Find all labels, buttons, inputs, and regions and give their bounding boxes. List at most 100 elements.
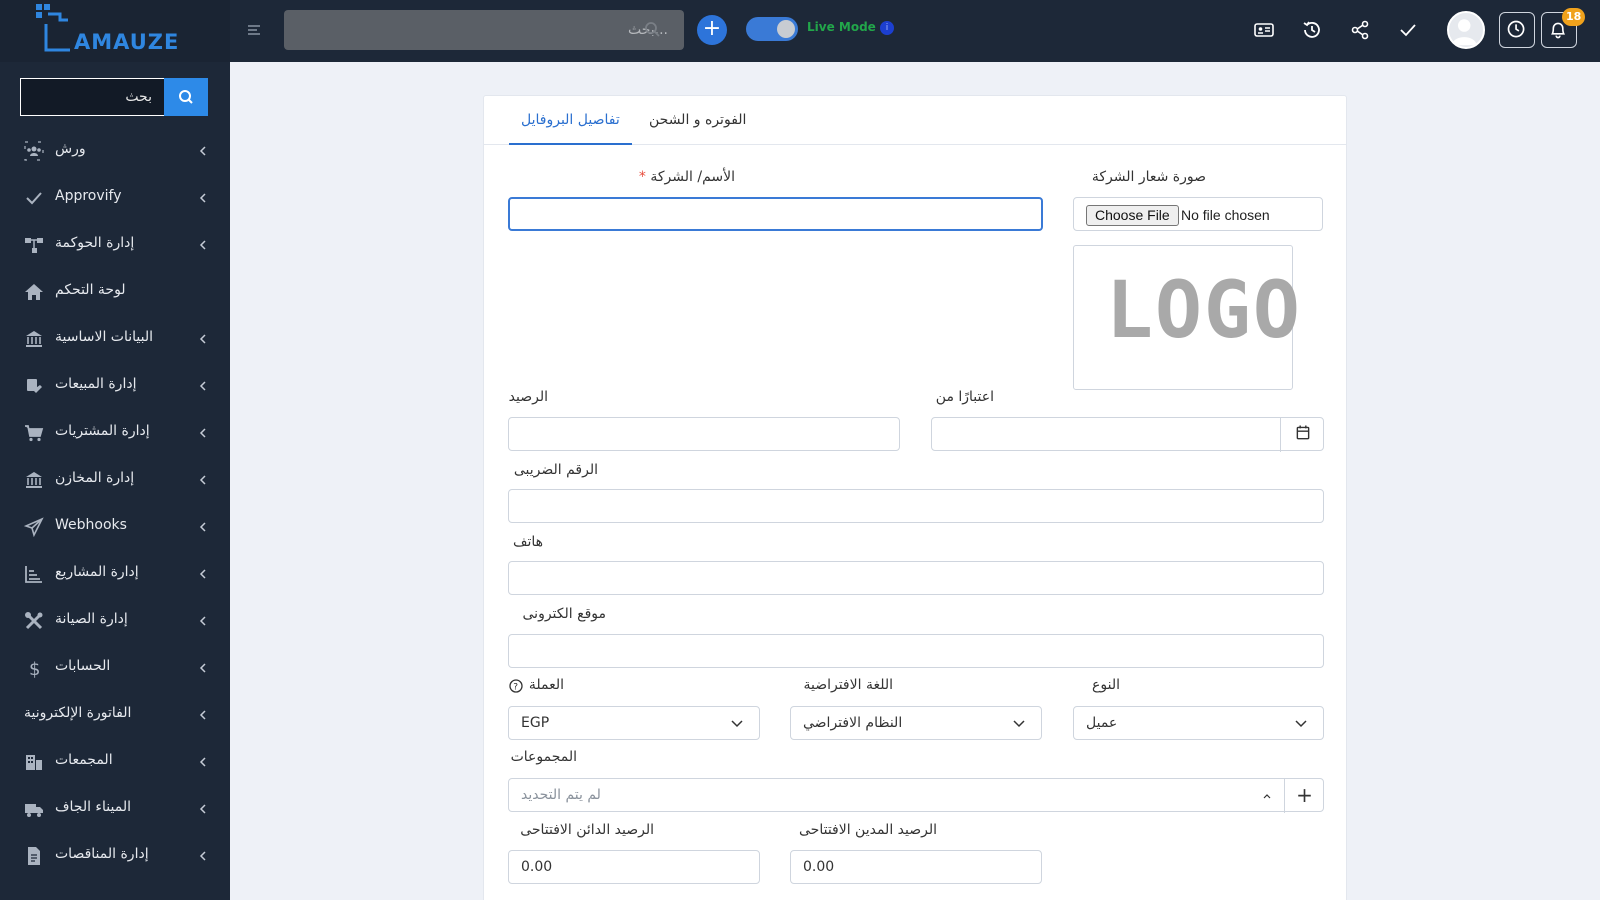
groups-placeholder: لم يتم التحديد <box>521 787 601 803</box>
chevron-left-icon <box>199 475 206 485</box>
clock-button[interactable] <box>1499 12 1535 48</box>
tools-icon <box>25 612 43 630</box>
brand-logo[interactable]: AMAUZE <box>0 0 230 62</box>
sidebar-item-dry-port[interactable]: الميناء الجاف <box>0 786 230 832</box>
sidebar-item-label: إدارة المشتريات <box>55 423 150 439</box>
name-label-text: الأسم/ الشركة <box>650 169 735 185</box>
sales-icon <box>27 379 42 393</box>
check-icon[interactable] <box>1396 18 1420 42</box>
calendar-icon <box>1296 425 1310 440</box>
name-input[interactable] <box>508 197 1043 231</box>
default-language-select[interactable]: النظام الافتراضي <box>790 706 1042 740</box>
id-card-icon[interactable] <box>1252 18 1276 42</box>
user-icon <box>1451 19 1477 46</box>
brand-name: AMAUZE <box>74 30 180 54</box>
type-label: النوع <box>1092 677 1120 693</box>
logo-file-input[interactable]: Choose File No file chosen <box>1073 197 1323 231</box>
sidebar-item-label: لوحة التحكم <box>55 282 126 298</box>
sidebar-item-maintenance[interactable]: إدارة الصيانة <box>0 598 230 644</box>
sidebar-item-sales[interactable]: إدارة المبيعات <box>0 363 230 409</box>
type-select[interactable]: عميل <box>1073 706 1324 740</box>
workers-icon <box>24 141 44 161</box>
sidebar-item-webhooks[interactable]: Webhooks <box>0 504 230 550</box>
top-bar: AMAUZE + Live Mode i <box>0 0 1600 62</box>
tax-number-label: الرقم الضريبى <box>513 462 598 478</box>
info-icon[interactable]: i <box>880 21 894 35</box>
sidebar-item-e-invoice[interactable]: الفاتورة الإلكترونية <box>0 692 230 738</box>
website-input[interactable] <box>508 634 1324 668</box>
toggle-knob <box>777 20 795 38</box>
global-search-input[interactable] <box>284 10 684 50</box>
chevron-left-icon <box>199 381 206 391</box>
phone-input[interactable] <box>508 561 1324 595</box>
sidebar-item-master-data[interactable]: البيانات الاساسية <box>0 316 230 362</box>
sidebar-item-label: Webhooks <box>55 517 127 533</box>
dollar-icon: $ <box>29 659 40 678</box>
bank-icon <box>26 331 42 347</box>
sidebar-item-label: الميناء الجاف <box>55 799 131 815</box>
groups-label: المجموعات <box>510 749 577 765</box>
history-icon[interactable] <box>1300 18 1324 42</box>
sidebar-item-label: ورش <box>55 141 86 157</box>
svg-text:$: $ <box>29 659 40 678</box>
chevron-up-icon <box>1263 794 1271 799</box>
opening-debit-input[interactable]: 0.00 <box>790 850 1042 884</box>
notifications-badge: 18 <box>1562 8 1586 26</box>
balance-input[interactable] <box>508 417 900 451</box>
profile-form-card: تفاصيل البروفايل الفوتره و الشحن الأسم/ … <box>483 95 1347 900</box>
tax-number-input[interactable] <box>508 489 1324 523</box>
sidebar-item-projects[interactable]: إدارة المشاريع <box>0 551 230 597</box>
type-value: عميل <box>1086 715 1118 731</box>
tab-billing-shipping[interactable]: الفوتره و الشحن <box>637 96 758 145</box>
sidebar-item-label: Approvify <box>55 188 122 204</box>
cart-icon <box>25 425 44 442</box>
from-date-field[interactable] <box>931 417 1324 452</box>
chevron-left-icon <box>199 710 206 720</box>
sidebar-search-button[interactable] <box>164 78 208 116</box>
sidebar-item-workshops[interactable]: ورش <box>0 128 230 174</box>
search-icon[interactable] <box>644 21 660 37</box>
default-language-label: اللغة الافتراضية <box>803 677 893 693</box>
share-icon[interactable] <box>1348 18 1372 42</box>
chevron-left-icon <box>199 757 206 767</box>
tab-profile-details[interactable]: تفاصيل البروفايل <box>509 96 632 145</box>
chevron-left-icon <box>199 522 206 532</box>
currency-select[interactable]: EGP <box>508 706 760 740</box>
opening-credit-label: الرصيد الدائن الافتتاحى <box>520 822 654 838</box>
chevron-left-icon <box>199 851 206 861</box>
sidebar-item-label: إدارة المشاريع <box>55 564 139 580</box>
sidebar-search-input[interactable] <box>20 78 164 116</box>
chevron-left-icon <box>199 334 206 344</box>
sidebar-item-label: الحسابات <box>55 658 111 674</box>
help-icon[interactable]: ? <box>509 679 523 693</box>
sidebar-item-governance[interactable]: إدارة الحوكمة <box>0 222 230 268</box>
home-icon <box>25 284 43 300</box>
chevron-down-icon <box>1013 720 1025 728</box>
currency-label: العملة <box>529 677 564 693</box>
logo-preview-image: LOGO <box>1073 245 1300 390</box>
calendar-button[interactable] <box>1280 418 1324 452</box>
sidebar-item-label: المجمعات <box>55 752 113 768</box>
sidebar-item-label: إدارة الحوكمة <box>55 235 135 251</box>
sidebar-item-accounts[interactable]: $ الحسابات <box>0 645 230 691</box>
website-label: موقع الكترونى <box>522 606 607 622</box>
opening-credit-input[interactable]: 0.00 <box>508 850 760 884</box>
choose-file-button[interactable]: Choose File <box>1086 205 1179 226</box>
sidebar-item-complexes[interactable]: المجمعات <box>0 739 230 785</box>
search-icon <box>179 90 193 104</box>
chart-icon <box>25 566 42 583</box>
sidebar-item-label: إدارة الصيانة <box>55 611 128 627</box>
sidebar-item-approvify[interactable]: Approvify <box>0 175 230 221</box>
groups-select[interactable]: لم يتم التحديد + <box>508 778 1324 813</box>
sidebar-item-warehouses[interactable]: إدارة المخازن <box>0 457 230 503</box>
check-icon <box>26 192 42 205</box>
sidebar-item-dashboard[interactable]: لوحة التحكم <box>0 269 230 315</box>
name-label: الأسم/ الشركة * <box>639 169 735 185</box>
user-avatar[interactable] <box>1447 11 1485 49</box>
menu-toggle-icon[interactable] <box>246 22 262 38</box>
sidebar-item-purchases[interactable]: إدارة المشتريات <box>0 410 230 456</box>
add-group-button[interactable]: + <box>1284 779 1324 813</box>
live-mode-toggle[interactable] <box>746 17 798 41</box>
sidebar-item-tenders[interactable]: إدارة المناقصات <box>0 833 230 879</box>
add-button[interactable]: + <box>697 15 727 45</box>
